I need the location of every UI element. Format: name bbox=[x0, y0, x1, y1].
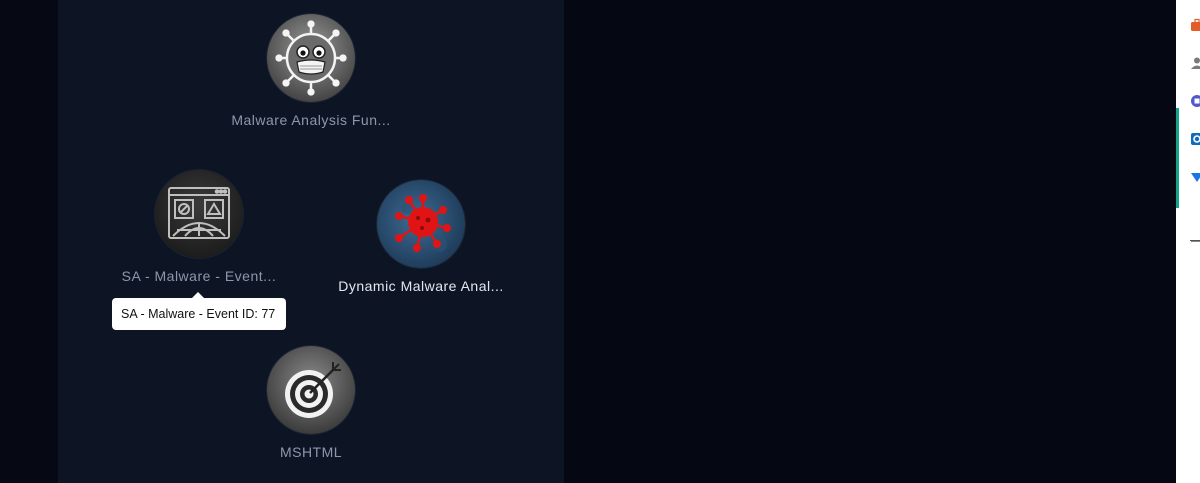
node-label: SA - Malware - Event... bbox=[121, 268, 277, 284]
outlook-icon[interactable] bbox=[1190, 132, 1200, 146]
add-icon[interactable] bbox=[1190, 234, 1200, 248]
right-sidebar bbox=[1176, 0, 1200, 483]
node-tooltip: SA - Malware - Event ID: 77 bbox=[112, 292, 286, 330]
target-arrow-icon bbox=[267, 346, 355, 434]
graph-canvas-empty-area[interactable] bbox=[564, 0, 1176, 483]
node-dynamic-malware-analysis[interactable]: Dynamic Malware Anal... bbox=[321, 180, 521, 294]
left-gutter bbox=[0, 0, 58, 483]
virus-mask-icon bbox=[267, 14, 355, 102]
node-label: Malware Analysis Fun... bbox=[231, 112, 391, 128]
node-malware-analysis-fundamentals[interactable]: Malware Analysis Fun... bbox=[211, 14, 411, 128]
node-label: Dynamic Malware Anal... bbox=[338, 278, 504, 294]
person-icon[interactable] bbox=[1190, 56, 1200, 70]
briefcase-icon[interactable] bbox=[1190, 18, 1200, 32]
red-virus-icon bbox=[377, 180, 465, 268]
send-icon[interactable] bbox=[1190, 170, 1200, 184]
node-label: MSHTML bbox=[279, 444, 343, 460]
sidebar-active-indicator bbox=[1176, 108, 1179, 208]
teams-icon[interactable] bbox=[1190, 94, 1200, 108]
node-sa-malware-event[interactable]: SA - Malware - Event... bbox=[99, 170, 299, 284]
browser-globe-warning-icon bbox=[155, 170, 243, 258]
node-mshtml[interactable]: MSHTML bbox=[211, 346, 411, 460]
